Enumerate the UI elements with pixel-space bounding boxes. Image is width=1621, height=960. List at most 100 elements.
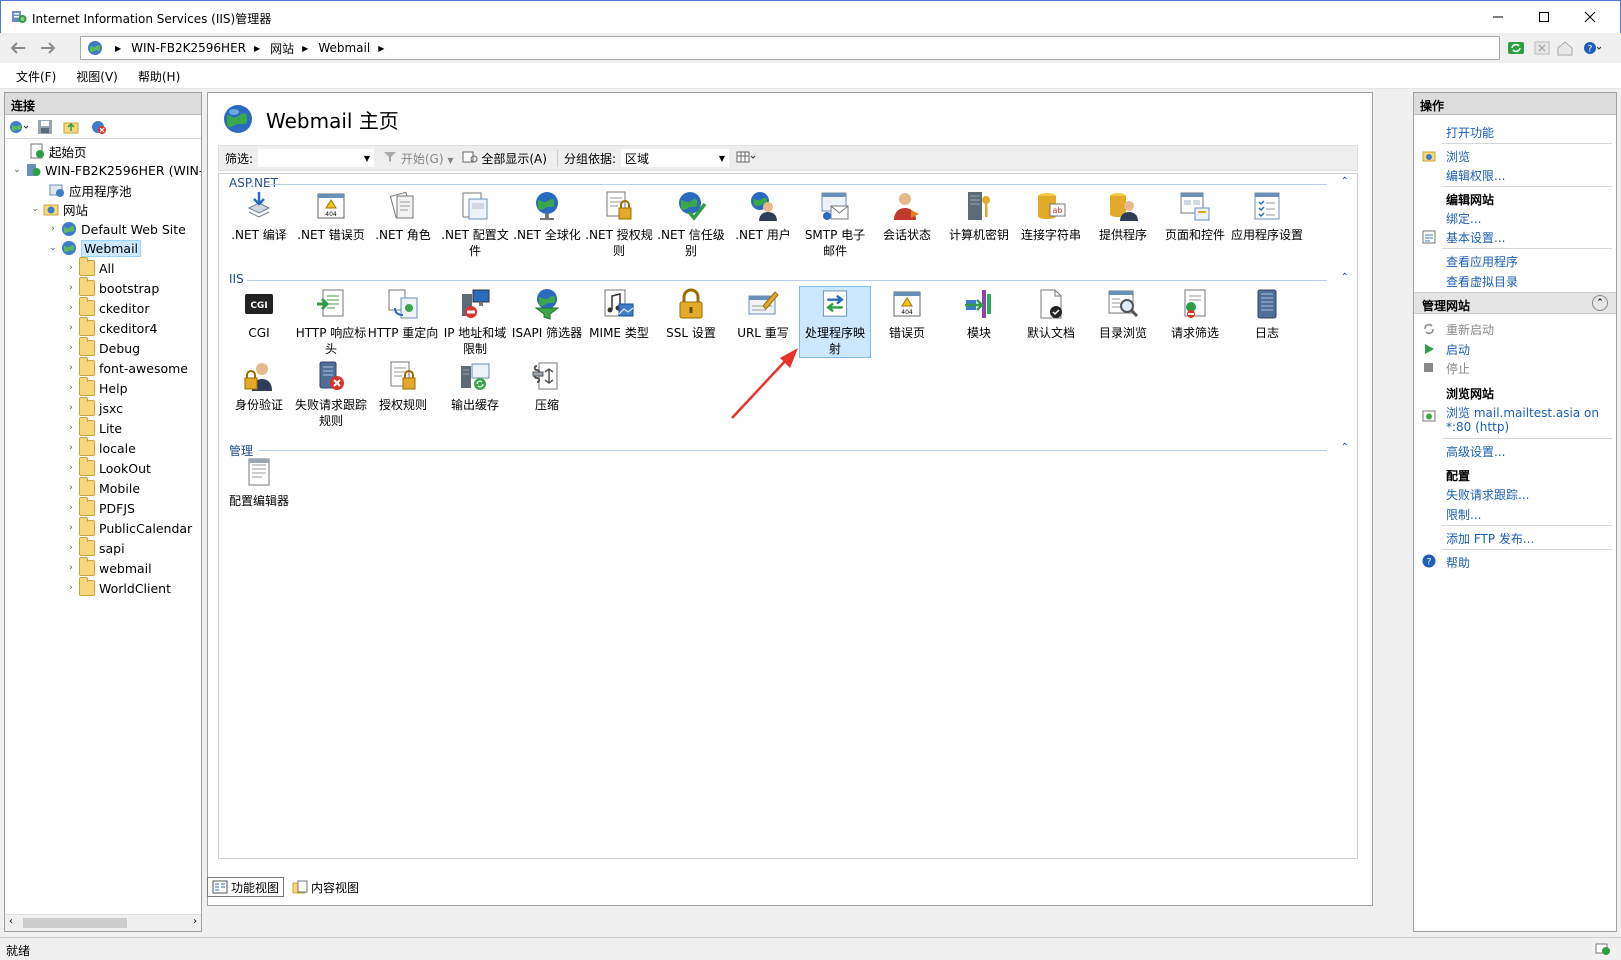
feature-configuration-editor[interactable]: 配置编辑器: [223, 454, 295, 526]
action-basic-settings[interactable]: 基本设置...: [1446, 229, 1505, 246]
feature-cgi[interactable]: CGI CGI: [223, 286, 295, 358]
feature-net-trust-levels[interactable]: .NET 信任级别: [655, 188, 727, 260]
feature-net-users[interactable]: .NET 用户: [727, 188, 799, 260]
minimize-button[interactable]: [1475, 1, 1521, 33]
feature-machine-key[interactable]: 计算机密钥: [943, 188, 1015, 260]
view-mode-button[interactable]: [736, 150, 758, 167]
address-breadcrumb[interactable]: ▶ WIN-FB2K2596HER ▶ 网站 ▶ Webmail ▶: [80, 36, 1500, 60]
feature-logging[interactable]: 日志: [1231, 286, 1303, 358]
feature-authorization-rules[interactable]: 授权规则: [367, 358, 439, 430]
menu-help[interactable]: 帮助(H): [128, 68, 190, 85]
feature-smtp-email[interactable]: SMTP 电子邮件: [799, 188, 871, 260]
feature-output-caching[interactable]: 输出缓存: [439, 358, 511, 430]
collapse-icon[interactable]: ⌄: [11, 165, 23, 175]
action-browse-link[interactable]: 浏览 mail.mailtest.asia on: [1446, 404, 1599, 421]
close-button[interactable]: [1567, 1, 1613, 33]
save-icon[interactable]: [37, 119, 53, 138]
filter-input[interactable]: ▼: [257, 148, 376, 168]
expand-icon[interactable]: ›: [65, 423, 77, 433]
feature-providers[interactable]: 提供程序: [1087, 188, 1159, 260]
feature-default-document[interactable]: 默认文档: [1015, 286, 1087, 358]
scroll-left-icon[interactable]: ‹: [9, 916, 13, 927]
expand-icon[interactable]: ›: [47, 224, 59, 234]
collapse-section-icon[interactable]: ⌃: [1592, 295, 1608, 311]
expand-icon[interactable]: ›: [65, 323, 77, 333]
tree-folder[interactable]: › webmail: [65, 557, 152, 578]
action-browse-link-port[interactable]: *:80 (http): [1446, 420, 1509, 434]
expand-icon[interactable]: ›: [65, 503, 77, 513]
go-button[interactable]: 开始(G) ▼: [383, 150, 454, 167]
feature-error-pages[interactable]: 404 错误页: [871, 286, 943, 358]
action-stop[interactable]: 停止: [1446, 360, 1470, 377]
expand-icon[interactable]: ›: [65, 343, 77, 353]
maximize-button[interactable]: [1521, 1, 1567, 33]
back-button[interactable]: [6, 37, 30, 59]
feature-failed-request-tracing[interactable]: 失败请求跟踪规则: [295, 358, 367, 430]
home-icon[interactable]: [1556, 40, 1574, 56]
tree-start-page[interactable]: 起始页: [15, 141, 87, 161]
disconnect-icon[interactable]: [91, 119, 107, 138]
action-help[interactable]: 帮助: [1446, 554, 1470, 571]
action-add-ftp-publishing[interactable]: 添加 FTP 发布...: [1446, 530, 1534, 547]
tree-sites[interactable]: ⌄ 网站: [29, 199, 88, 219]
feature-net-profile[interactable]: .NET 配置文件: [439, 188, 511, 260]
tree-folder[interactable]: › sapi: [65, 537, 125, 558]
expand-icon[interactable]: ›: [65, 363, 77, 373]
help-icon[interactable]: ?: [1583, 40, 1601, 56]
tree-folder[interactable]: › jsxc: [65, 397, 123, 418]
expand-icon[interactable]: ›: [65, 403, 77, 413]
tree-folder[interactable]: › WorldClient: [65, 577, 171, 598]
tree-folder[interactable]: › PDFJS: [65, 497, 135, 518]
group-iis-title[interactable]: IIS: [229, 272, 244, 286]
feature-request-filtering[interactable]: 请求筛选: [1159, 286, 1231, 358]
action-browse[interactable]: 浏览: [1446, 148, 1470, 165]
tree-folder[interactable]: › bootstrap: [65, 277, 159, 298]
expand-icon[interactable]: ›: [65, 283, 77, 293]
feature-app-settings[interactable]: 应用程序设置: [1231, 188, 1303, 260]
feature-ip-domain-restrictions[interactable]: IP 地址和域限制: [439, 286, 511, 358]
tab-features-view[interactable]: 功能视图: [207, 877, 285, 897]
action-view-virtual-directories[interactable]: 查看虚拟目录: [1446, 273, 1518, 290]
action-limits[interactable]: 限制...: [1446, 506, 1481, 523]
breadcrumb-webmail[interactable]: Webmail ▶: [318, 41, 394, 55]
tree-folder[interactable]: › ckeditor4: [65, 317, 157, 338]
breadcrumb-sep-0[interactable]: ▶: [107, 44, 131, 53]
action-edit-permissions[interactable]: 编辑权限...: [1446, 167, 1505, 184]
feature-mime-types[interactable]: MIME 类型: [583, 286, 655, 358]
collapse-group-icon[interactable]: ⌃: [1341, 442, 1349, 453]
tree-folder[interactable]: › Mobile: [65, 477, 140, 498]
expand-icon[interactable]: ›: [65, 383, 77, 393]
tree-folder[interactable]: › PublicCalendar: [65, 517, 192, 538]
action-bindings[interactable]: 绑定...: [1446, 210, 1481, 227]
tree-folder[interactable]: › Help: [65, 377, 128, 398]
breadcrumb-server[interactable]: WIN-FB2K2596HER ▶: [131, 41, 270, 55]
collapse-icon[interactable]: ⌄: [47, 243, 59, 253]
tree-folder[interactable]: › Lite: [65, 417, 122, 438]
expand-icon[interactable]: ›: [65, 483, 77, 493]
feature-compression[interactable]: 压缩: [511, 358, 583, 430]
feature-net-error-pages[interactable]: 404 .NET 错误页: [295, 188, 367, 260]
tree-folder[interactable]: › LookOut: [65, 457, 151, 478]
connect-globe-icon[interactable]: [9, 119, 31, 138]
feature-directory-browsing[interactable]: 目录浏览: [1087, 286, 1159, 358]
stop-icon[interactable]: [1533, 40, 1551, 56]
expand-icon[interactable]: ›: [65, 463, 77, 473]
section-manage-site[interactable]: 管理网站 ⌃: [1414, 292, 1616, 314]
group-by-select[interactable]: 区域 ▼: [619, 148, 730, 168]
tree-folder[interactable]: › locale: [65, 437, 136, 458]
expand-icon[interactable]: ›: [65, 523, 77, 533]
feature-ssl-settings[interactable]: SSL 设置: [655, 286, 727, 358]
feature-net-globalization[interactable]: .NET 全球化: [511, 188, 583, 260]
collapse-group-icon[interactable]: ⌃: [1341, 176, 1349, 187]
expand-icon[interactable]: ›: [65, 563, 77, 573]
scrollbar-thumb[interactable]: [23, 918, 127, 928]
expand-icon[interactable]: ›: [65, 263, 77, 273]
expand-icon[interactable]: ›: [65, 443, 77, 453]
tree-folder[interactable]: › font-awesome: [65, 357, 188, 378]
tree-default-site[interactable]: › Default Web Site: [47, 219, 186, 239]
forward-button[interactable]: [36, 37, 60, 59]
tab-content-view[interactable]: 内容视图: [288, 877, 363, 897]
breadcrumb-sites[interactable]: 网站 ▶: [270, 40, 318, 57]
up-folder-icon[interactable]: [63, 119, 79, 138]
scroll-right-icon[interactable]: ›: [193, 916, 197, 927]
